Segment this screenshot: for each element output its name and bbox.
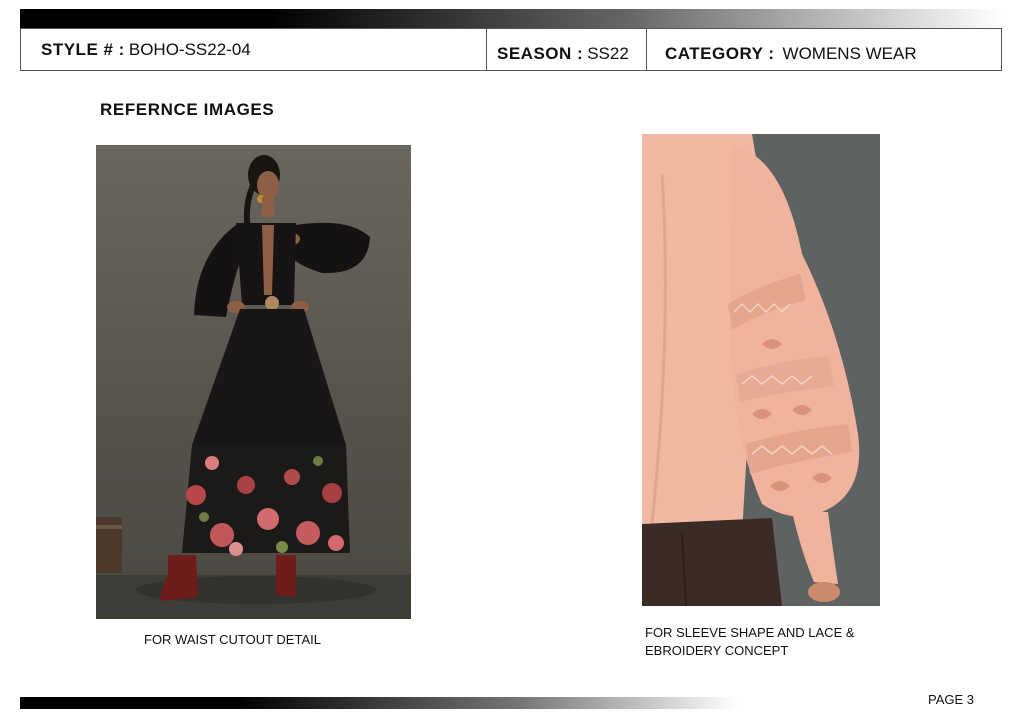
caption-sleeve-lace: FOR SLEEVE SHAPE AND LACE & EBROIDERY CO… xyxy=(645,625,855,658)
reference-image-sleeve xyxy=(642,134,880,606)
style-number-label: STYLE # : xyxy=(41,40,125,59)
bottom-gradient-bar xyxy=(20,697,738,709)
style-number-value: BOHO-SS22-04 xyxy=(128,40,251,59)
style-header: STYLE # : BOHO-SS22-04 SEASON : SS22 CAT… xyxy=(20,28,1002,71)
section-title: REFERNCE IMAGES xyxy=(100,100,275,119)
style-number-cell: STYLE # : BOHO-SS22-04 xyxy=(21,29,487,70)
dress-photo-illustration xyxy=(96,155,411,619)
season-value: SS22 xyxy=(587,43,629,63)
season-label: SEASON : xyxy=(497,43,584,63)
sleeve-photo-illustration xyxy=(642,134,880,606)
top-gradient-bar xyxy=(20,9,1002,28)
category-label: CATEGORY : xyxy=(665,43,775,63)
category-cell: CATEGORY : WOMENS WEAR xyxy=(647,29,1001,70)
season-cell: SEASON : SS22 xyxy=(487,29,647,70)
page-number: PAGE 3 xyxy=(928,692,975,707)
reference-image-dress xyxy=(96,145,411,619)
caption-waist-cutout: FOR WAIST CUTOUT DETAIL xyxy=(144,632,321,647)
category-value: WOMENS WEAR xyxy=(782,43,917,63)
